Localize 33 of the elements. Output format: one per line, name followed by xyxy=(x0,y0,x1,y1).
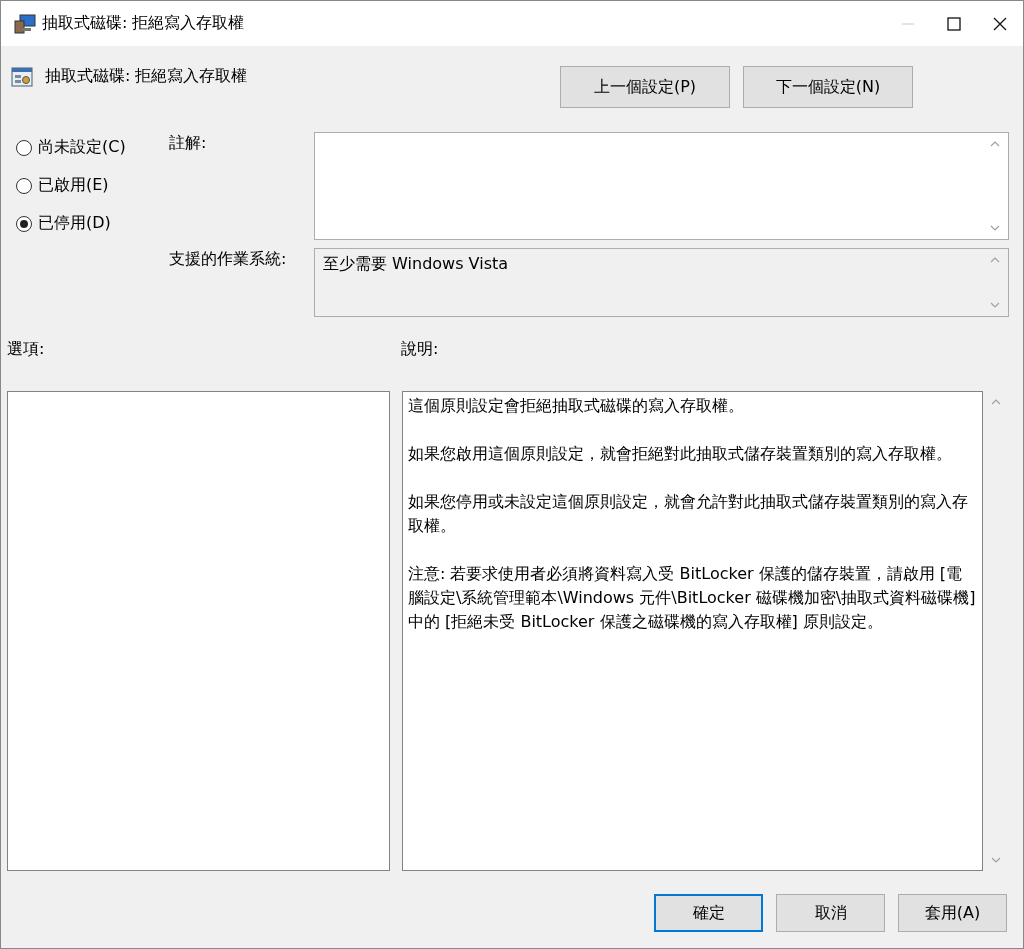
help-label: 說明: xyxy=(401,339,439,358)
radio-circle[interactable] xyxy=(16,139,32,156)
computer-icon xyxy=(14,12,36,35)
help-paragraph: 注意: 若要求使用者必須將資料寫入受 BitLocker 保護的儲存裝置，請啟用 [電腦設定\系統管理範本\Windows 元件\BitLocker 磁碟機加密\抽取式資料磁碟機] 中的 [拒絕未受 BitLocker 保護之磁碟機的寫入存取權] 原則設定。 xyxy=(408,563,977,633)
help-paragraph: 這個原則設定會拒絕抽取式磁碟的寫入存取權。 xyxy=(408,395,745,417)
scroll-down-icon[interactable] xyxy=(991,857,1001,863)
setting-title: 抽取式磁碟: 拒絕寫入存取權 xyxy=(45,66,249,87)
scroll-down-icon[interactable] xyxy=(990,302,1000,308)
radio-circle[interactable] xyxy=(16,215,32,232)
options-label: 選項: xyxy=(7,339,45,358)
radio-circle[interactable] xyxy=(16,177,32,194)
comment-label: 註解: xyxy=(169,132,208,154)
next-setting-button[interactable]: 下一個設定(N) xyxy=(743,66,913,108)
window-title: 抽取式磁碟: 拒絕寫入存取權 xyxy=(42,13,246,34)
help-paragraph: 如果您啟用這個原則設定，就會拒絕對此抽取式儲存裝置類別的寫入存取權。 xyxy=(408,443,953,465)
help-paragraph: 如果您停用或未設定這個原則設定，就會允許對此抽取式儲存裝置類別的寫入存取權。 xyxy=(408,491,969,537)
radio-option[interactable]: 尚未設定(C) xyxy=(16,137,169,158)
scroll-up-icon[interactable] xyxy=(990,257,1000,263)
radio-option[interactable]: 已啟用(E) xyxy=(16,175,169,196)
scroll-up-icon[interactable] xyxy=(990,141,1000,147)
radio-option[interactable]: 已停用(D) xyxy=(16,213,169,234)
scroll-down-icon[interactable] xyxy=(990,225,1000,231)
ok-button[interactable]: 確定 xyxy=(654,894,763,932)
supported-on-field: 至少需要 Windows Vista xyxy=(314,248,1009,317)
scroll-up-icon[interactable] xyxy=(991,399,1001,405)
close-icon xyxy=(992,15,1008,32)
comment-field[interactable] xyxy=(314,132,1009,240)
previous-setting-button[interactable]: 上一個設定(P) xyxy=(560,66,730,108)
apply-button[interactable]: 套用(A) xyxy=(898,894,1007,932)
cancel-button[interactable]: 取消 xyxy=(776,894,885,932)
maximize-icon xyxy=(946,15,962,32)
policy-settings-icon xyxy=(11,66,33,88)
supported-on-label: 支援的作業系統: xyxy=(169,248,288,270)
